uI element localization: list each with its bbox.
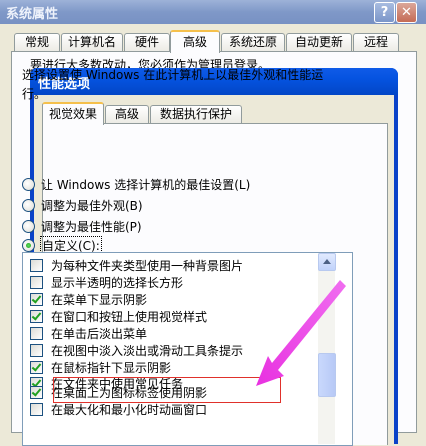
tab-computer-name[interactable]: 计算机名 bbox=[61, 33, 123, 51]
checkbox[interactable] bbox=[30, 276, 43, 289]
radio-best-performance[interactable]: 调整为最佳性能(P) bbox=[22, 217, 142, 235]
close-icon: ✕ bbox=[401, 5, 412, 20]
list-item[interactable]: 在最大化和最小化时动画窗口 bbox=[30, 401, 207, 418]
list-scrollbar[interactable] bbox=[318, 253, 336, 444]
radio-button[interactable] bbox=[22, 198, 35, 212]
tab-advanced[interactable]: 高级 bbox=[170, 30, 220, 53]
radio-best-appearance[interactable]: 调整为最佳外观(B) bbox=[22, 196, 143, 214]
radio-button[interactable] bbox=[22, 219, 35, 233]
outer-window-title: 系统属性 bbox=[6, 7, 59, 22]
checkbox-checked[interactable] bbox=[30, 361, 43, 374]
list-item[interactable]: 在窗口和按钮上使用视觉样式 bbox=[30, 308, 207, 325]
list-item-label: 在鼠标指针下显示阴影 bbox=[51, 361, 172, 375]
radio-label: 调整为最佳外观(B) bbox=[41, 198, 143, 213]
checkbox[interactable] bbox=[30, 344, 43, 357]
radio-button[interactable] bbox=[22, 177, 35, 191]
radio-let-windows-choose[interactable]: 让 Windows 选择计算机的最佳设置(L) bbox=[22, 175, 250, 193]
checkbox-checked[interactable] bbox=[30, 310, 43, 323]
help-icon: ? bbox=[380, 5, 389, 20]
scroll-up-button[interactable] bbox=[318, 253, 336, 271]
tab-visual-effects[interactable]: 视觉效果 bbox=[42, 102, 104, 125]
radio-button-selected[interactable] bbox=[22, 238, 35, 252]
list-item[interactable]: 在菜单下显示阴影 bbox=[30, 291, 147, 308]
highlight-box bbox=[53, 377, 281, 403]
tab-hardware[interactable]: 硬件 bbox=[124, 33, 170, 51]
checkbox-checked[interactable] bbox=[30, 386, 43, 399]
list-item[interactable]: 显示半透明的选择长方形 bbox=[30, 274, 183, 291]
list-item-label: 在视图中淡入淡出或滑动工具条提示 bbox=[51, 344, 244, 358]
checkbox[interactable] bbox=[30, 259, 43, 272]
list-item-label: 在菜单下显示阴影 bbox=[51, 293, 148, 307]
list-item[interactable]: 在鼠标指针下显示阴影 bbox=[30, 359, 171, 376]
scroll-thumb[interactable] bbox=[318, 353, 336, 397]
checkbox[interactable] bbox=[30, 403, 43, 416]
checkbox[interactable] bbox=[30, 327, 43, 340]
list-item-label: 在最大化和最小化时动画窗口 bbox=[51, 403, 208, 417]
list-item-label: 在窗口和按钮上使用视觉样式 bbox=[51, 310, 208, 324]
help-button[interactable]: ? bbox=[374, 2, 395, 23]
tab-general[interactable]: 常规 bbox=[14, 33, 60, 51]
list-item[interactable]: 在视图中淡入淡出或滑动工具条提示 bbox=[30, 342, 243, 359]
close-button[interactable]: ✕ bbox=[396, 2, 417, 23]
tab-system-restore[interactable]: 系统还原 bbox=[221, 33, 285, 51]
radio-label: 自定义(C): bbox=[40, 235, 102, 255]
radio-label: 让 Windows 选择计算机的最佳设置(L) bbox=[41, 177, 251, 192]
tab-dialog-advanced[interactable]: 高级 bbox=[105, 105, 149, 123]
list-item-label: 在单击后淡出菜单 bbox=[51, 327, 148, 341]
checkbox-checked[interactable] bbox=[30, 293, 43, 306]
tab-automatic-updates[interactable]: 自动更新 bbox=[286, 33, 352, 51]
tab-remote[interactable]: 远程 bbox=[353, 33, 399, 51]
chevron-up-icon bbox=[323, 259, 331, 264]
description-text: 选择设置使 Windows 在此计算机上以最佳外观和性能运行。 bbox=[22, 68, 324, 101]
list-item-label: 显示半透明的选择长方形 bbox=[51, 276, 184, 290]
radio-label: 调整为最佳性能(P) bbox=[41, 219, 142, 234]
outer-title-bar[interactable]: 系统属性 ? ✕ bbox=[0, 0, 426, 24]
visual-effects-list[interactable]: 为每种文件夹类型使用一种背景图片 显示半透明的选择长方形 在菜单下显示阴影 在窗… bbox=[22, 252, 353, 446]
list-item-label: 为每种文件夹类型使用一种背景图片 bbox=[51, 259, 244, 273]
list-item[interactable]: 为每种文件夹类型使用一种背景图片 bbox=[30, 257, 243, 274]
list-item[interactable]: 在单击后淡出菜单 bbox=[30, 325, 147, 342]
tab-data-execution-prevention[interactable]: 数据执行保护 bbox=[150, 105, 242, 123]
